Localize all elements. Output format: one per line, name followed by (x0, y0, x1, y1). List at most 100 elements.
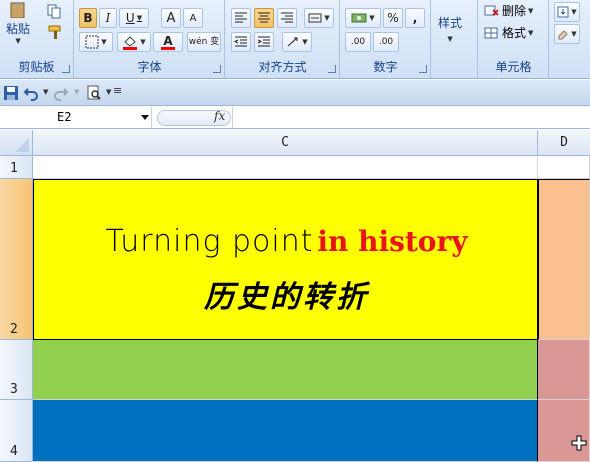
merge-center-button[interactable]: ▼ (304, 8, 334, 28)
chevron-down-icon[interactable]: ▼ (43, 88, 48, 96)
chevron-down-icon[interactable]: ▼ (74, 88, 79, 96)
decrease-indent-button[interactable] (231, 32, 251, 52)
decrease-decimal-button[interactable]: .00 (373, 32, 399, 52)
excel-window: 粘贴 ▼ 剪贴板 B I U ▼ A A ▼ ▼ A wén 变 字体 ▼ ▼ … (0, 0, 590, 462)
cell-c2-title[interactable]: Turning point in history 历史的转折 (33, 179, 538, 340)
increase-decimal-button[interactable]: .00 (345, 32, 371, 52)
insert-function-icon[interactable]: fx (214, 109, 225, 123)
name-box-chevron-icon[interactable] (141, 115, 149, 120)
phonetic-button[interactable]: wén 变 (187, 32, 221, 52)
fill-button[interactable]: ▼ (554, 2, 580, 22)
align-right-icon (281, 12, 293, 23)
row-header-3[interactable]: 3 (0, 340, 33, 400)
styles-group: 样式 ▼ (432, 0, 478, 78)
delete-label: 删除 (502, 4, 527, 18)
align-left-button[interactable] (231, 8, 251, 28)
row-header-2[interactable]: 2 (0, 179, 33, 340)
align-left-icon (235, 12, 247, 23)
row-number: 1 (10, 161, 18, 176)
format-button[interactable]: 格式 ▼ (484, 24, 533, 41)
chevron-down-icon: ▼ (302, 38, 308, 46)
copy-icon[interactable] (46, 3, 64, 19)
cell-c1[interactable] (33, 156, 538, 179)
alignment-group: ▼ ▼ 对齐方式 (226, 0, 340, 78)
save-icon[interactable] (3, 85, 19, 101)
underline-label: U (125, 11, 135, 25)
delete-icon (484, 5, 499, 16)
borders-button[interactable]: ▼ (79, 32, 113, 52)
underline-button[interactable]: U ▼ (119, 8, 149, 28)
accounting-format-button[interactable]: ▼ (345, 8, 381, 28)
format-label: 格式 (502, 26, 527, 40)
font-group: B I U ▼ A A ▼ ▼ A wén 变 字体 (75, 0, 225, 78)
comma-button[interactable]: , (405, 8, 425, 28)
title-english: Turning point in history (34, 224, 539, 259)
redo-icon[interactable] (53, 85, 69, 101)
quick-access-toolbar: ▼ ▼ ▼ ≡ (0, 80, 590, 106)
font-color-swatch (161, 46, 175, 50)
column-header-d[interactable]: D (538, 130, 590, 156)
currency-icon (351, 13, 367, 23)
paste-label: 粘贴 (6, 22, 31, 36)
font-color-label: A (163, 33, 173, 48)
italic-button[interactable]: I (99, 8, 117, 28)
font-launcher-icon[interactable] (213, 65, 221, 73)
chevron-down-icon: ▼ (140, 38, 146, 46)
number-group: ▼ % , .00 .00 数字 (341, 0, 431, 78)
shrink-font-button[interactable]: A (183, 8, 203, 28)
alignment-group-label: 对齐方式 (258, 60, 307, 74)
number-launcher-icon[interactable] (419, 65, 427, 73)
undo-icon[interactable] (23, 85, 39, 101)
chevron-down-icon: ▼ (528, 6, 534, 15)
eraser-icon (558, 30, 569, 40)
print-preview-icon[interactable] (86, 85, 102, 101)
format-painter-icon[interactable] (46, 24, 64, 40)
chevron-down-icon: ▼ (136, 14, 143, 22)
percent-button[interactable]: % (383, 8, 403, 28)
font-color-button[interactable]: A (153, 32, 183, 52)
customize-qat-icon[interactable]: ≡ (113, 84, 122, 97)
number-group-label: 数字 (373, 60, 398, 74)
format-cells-icon (484, 27, 498, 38)
cell-d3[interactable] (538, 340, 590, 400)
row-header-4[interactable]: 4 (0, 400, 33, 462)
name-box[interactable]: E2 (0, 107, 152, 128)
paste-button[interactable]: 粘贴 ▼ (6, 2, 30, 45)
merge-center-icon (308, 13, 322, 23)
cell-c4[interactable] (33, 400, 538, 462)
ribbon: 粘贴 ▼ 剪贴板 B I U ▼ A A ▼ ▼ A wén 变 字体 ▼ ▼ … (0, 0, 590, 79)
formula-bar: E2 fx (0, 107, 590, 129)
alignment-launcher-icon[interactable] (328, 65, 336, 73)
cell-c3[interactable] (33, 340, 538, 400)
clipboard-launcher-icon[interactable] (62, 65, 70, 73)
clipboard-group: 粘贴 ▼ 剪贴板 (0, 0, 74, 78)
fill-color-button[interactable]: ▼ (117, 32, 151, 52)
chevron-down-icon[interactable]: ▼ (106, 88, 111, 96)
increase-indent-button[interactable] (254, 32, 274, 52)
select-all-icon (15, 138, 29, 152)
align-center-icon (258, 12, 270, 23)
grow-font-button[interactable]: A (161, 8, 181, 28)
chevron-down-icon: ▼ (101, 38, 107, 46)
column-header-c[interactable]: C (33, 130, 538, 156)
title-part-red: in history (317, 225, 468, 258)
formula-input[interactable] (232, 107, 590, 128)
align-right-button[interactable] (277, 8, 297, 28)
cell-d2[interactable] (538, 179, 590, 340)
align-center-button[interactable] (254, 8, 274, 28)
clear-button[interactable]: ▼ (554, 24, 580, 44)
bold-button[interactable]: B (79, 8, 97, 28)
row-header-1[interactable]: 1 (0, 156, 33, 179)
decrease-indent-icon (234, 36, 247, 47)
cell-select-cursor-icon (571, 435, 587, 451)
orientation-button[interactable]: ▼ (282, 32, 312, 52)
row-number: 2 (10, 322, 18, 337)
fill-down-icon (557, 6, 569, 18)
chevron-down-icon: ▼ (324, 14, 330, 22)
cell-d1[interactable] (538, 156, 590, 179)
styles-button[interactable]: 样式 ▼ (438, 14, 462, 43)
cell-d4[interactable] (538, 400, 590, 462)
select-all-corner[interactable] (0, 130, 33, 156)
cells-group-label: 单元格 (495, 60, 532, 74)
delete-button[interactable]: 删除 ▼ (484, 2, 533, 19)
